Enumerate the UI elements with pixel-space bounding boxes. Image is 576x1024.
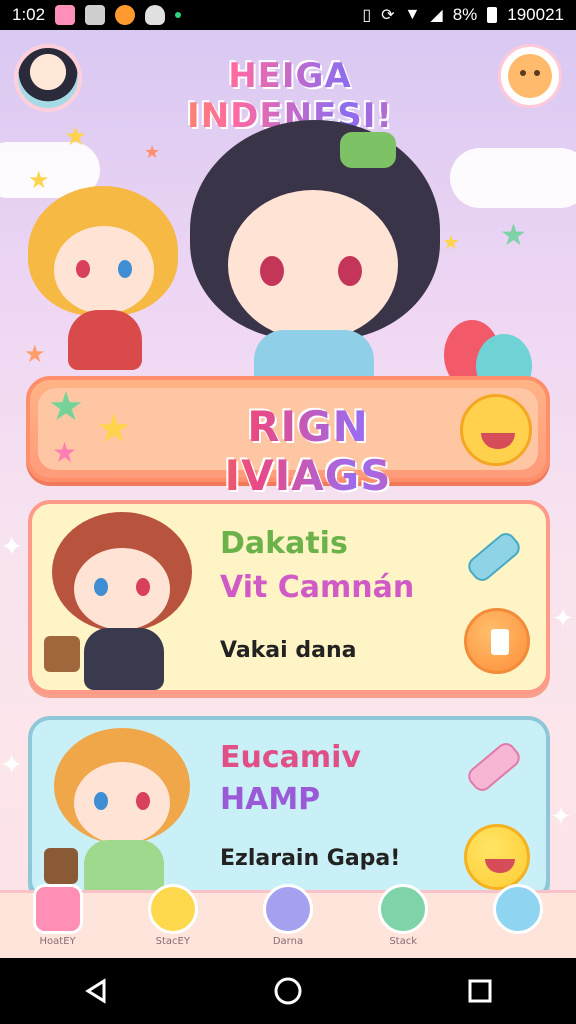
status-time: 1:02: [12, 5, 46, 24]
card-description: Vakai dana: [220, 638, 357, 663]
smile-icon: [493, 883, 544, 934]
nav-darna[interactable]: Darna: [243, 883, 333, 959]
back-button[interactable]: [66, 961, 126, 1021]
smile-emoji-icon: [460, 394, 532, 466]
card-subtitle: HAMP: [220, 782, 321, 817]
app-screen: ★ ★ ★ ★ ★ ★ ✦ ✦ ✦ ✦ HEIGA INDENESI! ★ ★ …: [0, 30, 576, 958]
star-decoration: ✦: [552, 604, 574, 634]
home-button[interactable]: [258, 961, 318, 1021]
yellow-star-icon: ★: [96, 406, 132, 452]
status-dot-icon: [175, 12, 182, 18]
card-title: Eucamiv: [220, 740, 361, 775]
sync-icon: ⟳: [381, 7, 395, 24]
recents-button[interactable]: [450, 961, 510, 1021]
back-triangle-icon: [85, 978, 106, 1004]
home-circle-icon: [274, 977, 302, 1005]
hero-illustration: [0, 120, 576, 410]
blonde-girl-chibi-illustration: [44, 728, 198, 898]
app-notification-icon: [55, 5, 76, 25]
star-decoration: ✦: [550, 802, 572, 832]
eraser-icon: [464, 529, 524, 585]
bow-decoration: [340, 132, 396, 168]
story-card[interactable]: Eucamiv HAMP Ezlarain Gapa!: [28, 716, 550, 902]
heart-icon: [262, 883, 313, 934]
nav-home[interactable]: HoatEY: [13, 883, 103, 959]
nav-label: Darna: [272, 935, 304, 947]
pink-star-icon: ★: [52, 436, 78, 469]
card-subtitle: Vit Camnán: [220, 570, 415, 605]
battery-icon: [487, 7, 498, 23]
chick-icon: [147, 883, 198, 934]
music-notification-icon: [115, 5, 136, 25]
nav-label: HoatEY: [39, 935, 76, 947]
card-smile-button[interactable]: [464, 824, 530, 890]
wifi-icon: ▼: [404, 6, 421, 23]
card-open-button[interactable]: [464, 608, 530, 674]
pencil-icon: [464, 739, 524, 795]
nav-label: Stack: [389, 935, 417, 947]
mascot-face-icon: [508, 54, 552, 98]
nav-label: StacEY: [155, 935, 190, 947]
nav-stories[interactable]: StacEY: [128, 883, 218, 959]
status-clock: 190021: [507, 5, 564, 24]
main-banner-button[interactable]: ★ ★ ★ RIGN IVIAGS: [26, 376, 550, 500]
redhead-chibi-illustration: [44, 512, 198, 692]
shield-notification-icon: [145, 5, 166, 25]
vibrate-icon: ▯: [362, 7, 372, 24]
mascot-button[interactable]: [498, 44, 562, 108]
bottom-navigation: HoatEY StacEY Darna Stack: [0, 883, 576, 959]
profile-avatar[interactable]: [14, 44, 82, 112]
nav-profile[interactable]: [473, 883, 563, 959]
dark-hair-chibi-illustration: [190, 120, 440, 386]
smile-icon: [485, 859, 515, 873]
photo-notification-icon: [85, 5, 106, 25]
house-icon: [32, 883, 83, 934]
document-icon: [491, 629, 509, 655]
system-navigation-bar: [0, 958, 576, 1024]
frog-icon: [378, 883, 429, 934]
battery-level: 8%: [452, 5, 478, 24]
banner-label: RIGN IVIAGS: [158, 402, 458, 500]
signal-icon: ◢: [430, 7, 443, 24]
star-decoration: ✦: [0, 748, 24, 781]
blonde-chibi-illustration: [28, 186, 178, 376]
header: HEIGA INDENESI!: [0, 44, 576, 136]
status-bar: 1:02 ▯ ⟳ ▼ ◢ 8% 190021: [0, 0, 576, 30]
card-description: Ezlarain Gapa!: [220, 846, 401, 871]
story-card[interactable]: Dakatis Vit Camnán Vakai dana: [28, 500, 550, 694]
nav-stack[interactable]: Stack: [358, 883, 448, 959]
card-title: Dakatis: [220, 526, 348, 561]
green-star-icon: ★: [48, 384, 84, 430]
star-decoration: ✦: [0, 530, 24, 563]
recents-square-icon: [468, 979, 492, 1003]
